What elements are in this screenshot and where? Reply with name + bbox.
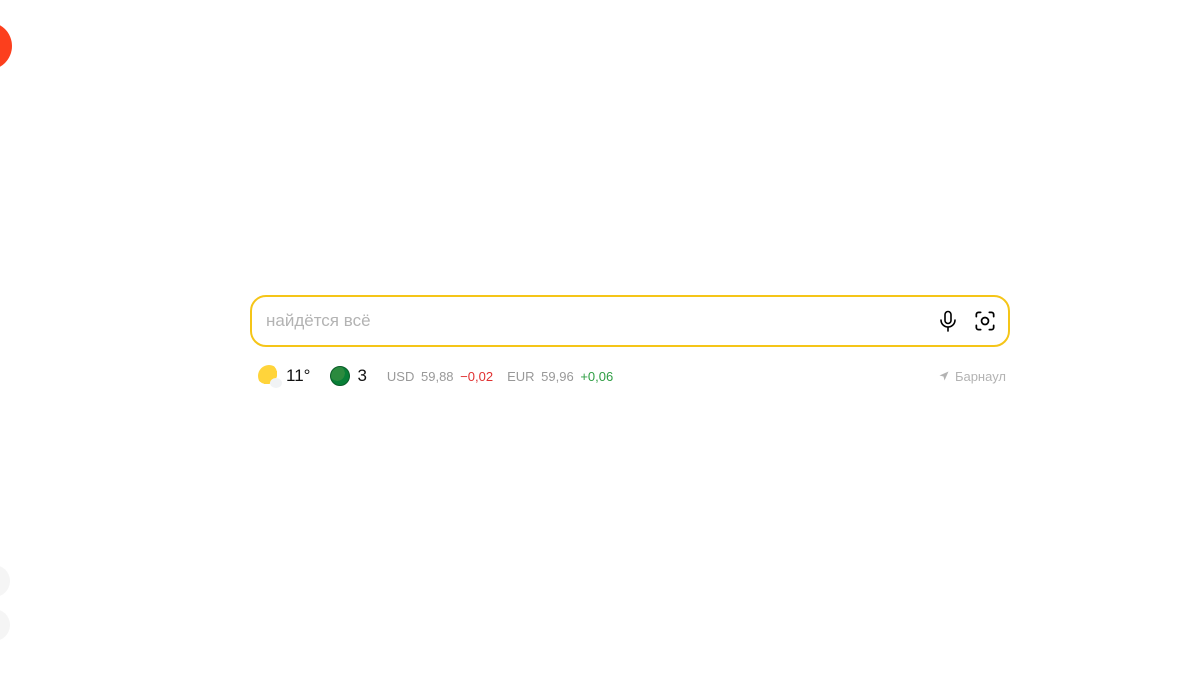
- main-content: 11° 3 USD 59,88 −0,02 EUR 59,96 +0,06 Ба…: [250, 295, 1010, 387]
- traffic-widget[interactable]: 3: [330, 366, 366, 386]
- usd-label: USD: [387, 369, 414, 384]
- side-pill[interactable]: [0, 609, 10, 641]
- location-city: Барнаул: [955, 369, 1006, 384]
- location-arrow-icon: [938, 370, 950, 382]
- info-line: 11° 3 USD 59,88 −0,02 EUR 59,96 +0,06 Ба…: [250, 365, 1010, 387]
- voice-search-icon[interactable]: [936, 309, 960, 333]
- weather-widget[interactable]: 11°: [258, 365, 310, 387]
- eur-label: EUR: [507, 369, 534, 384]
- logo-icon[interactable]: [0, 22, 12, 70]
- usd-delta: −0,02: [460, 369, 493, 384]
- traffic-icon: [330, 366, 350, 386]
- weather-temperature: 11°: [286, 366, 310, 386]
- weather-icon: [258, 365, 280, 387]
- search-bar: [250, 295, 1010, 347]
- side-pill[interactable]: [0, 565, 10, 597]
- search-input[interactable]: [266, 311, 936, 331]
- location-link[interactable]: Барнаул: [938, 369, 1010, 384]
- traffic-level: 3: [357, 366, 366, 386]
- eur-value: 59,96: [541, 369, 574, 384]
- image-search-icon[interactable]: [972, 308, 998, 334]
- eur-delta: +0,06: [580, 369, 613, 384]
- currency-rates[interactable]: USD 59,88 −0,02 EUR 59,96 +0,06: [387, 369, 613, 384]
- usd-value: 59,88: [421, 369, 454, 384]
